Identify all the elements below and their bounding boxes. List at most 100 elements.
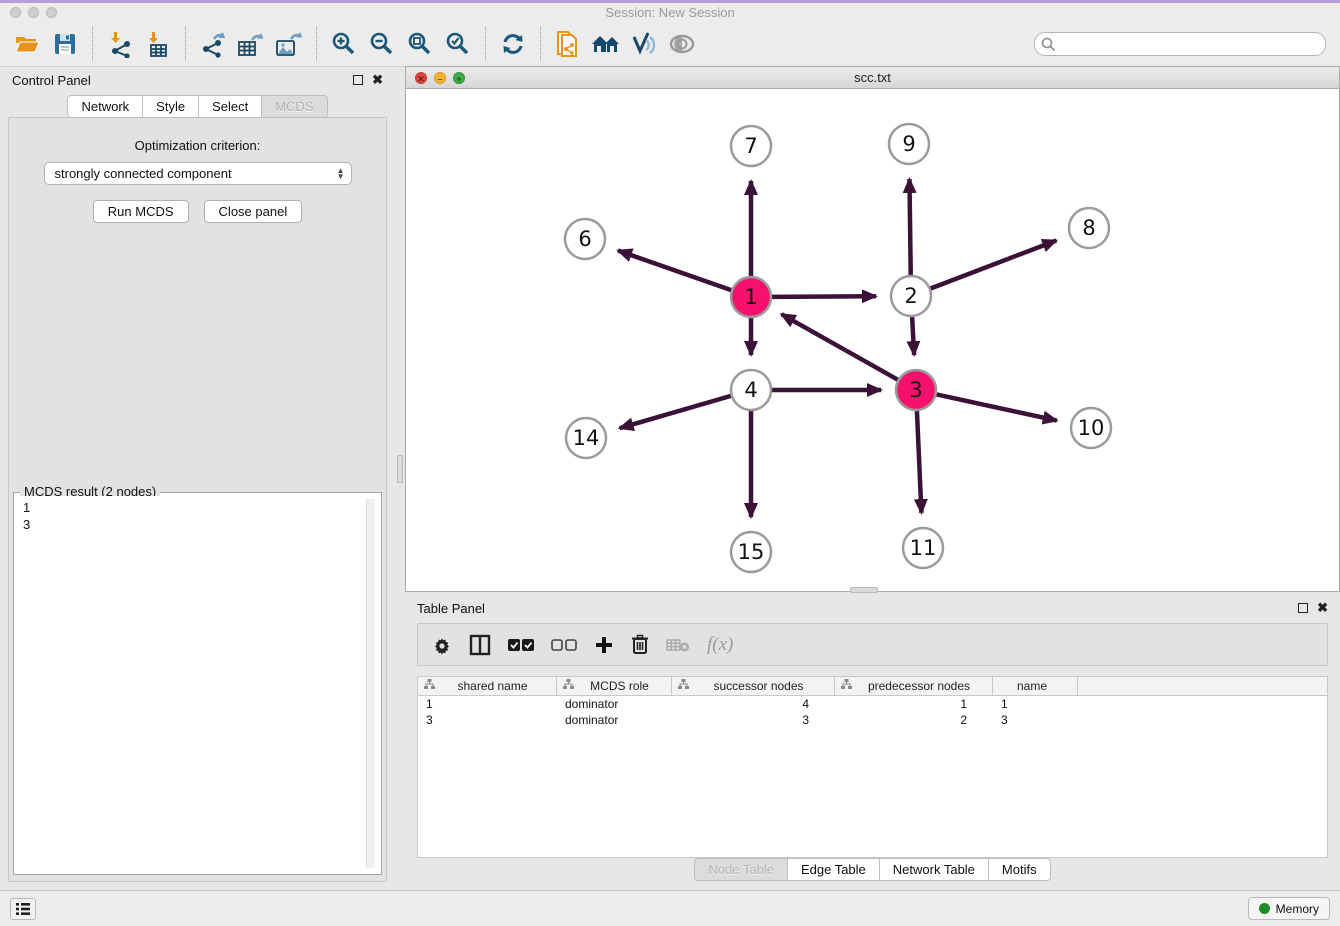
export-table-icon[interactable]	[232, 25, 270, 63]
clone-network-icon[interactable]	[549, 25, 587, 63]
graph-node-10[interactable]: 10	[1071, 408, 1111, 448]
graph-node-8[interactable]: 8	[1069, 208, 1109, 248]
zoom-fit-icon[interactable]	[401, 25, 439, 63]
node-table[interactable]: shared nameMCDS rolesuccessor nodesprede…	[417, 676, 1328, 858]
graph-node-15[interactable]: 15	[731, 532, 771, 572]
graph-node-9[interactable]: 9	[889, 124, 929, 164]
column-header-MCDS-role[interactable]: MCDS role	[557, 677, 672, 695]
import-network-icon[interactable]	[101, 25, 139, 63]
deselect-all-icon[interactable]	[551, 638, 577, 652]
tab-network[interactable]: Network	[67, 95, 143, 118]
close-panel-button[interactable]: Close panel	[204, 200, 303, 223]
result-scrollbar[interactable]	[366, 499, 375, 868]
tab-motifs[interactable]: Motifs	[988, 858, 1051, 881]
table-settings-gear-icon[interactable]	[432, 635, 452, 655]
graph-edge-3-10[interactable]	[937, 394, 1057, 420]
table-cell[interactable]: 3	[672, 713, 835, 727]
graph-node-label: 1	[744, 285, 757, 309]
graph-node-label: 8	[1082, 216, 1095, 240]
function-builder-icon[interactable]: f(x)	[707, 634, 733, 656]
column-layout-icon[interactable]	[469, 634, 491, 656]
mcds-result-textarea[interactable]: 1 3	[17, 496, 378, 871]
graph-edge-2-3[interactable]	[912, 317, 914, 355]
delete-table-icon[interactable]	[666, 637, 690, 653]
graph-edge-1-2[interactable]	[772, 296, 876, 297]
delete-column-icon[interactable]	[631, 634, 649, 655]
close-panel-icon[interactable]: ✖	[372, 75, 383, 85]
graph-node-3[interactable]: 3	[896, 370, 936, 410]
column-header-name[interactable]: name	[993, 677, 1078, 695]
graph-node-label: 10	[1078, 416, 1105, 440]
tab-network-table[interactable]: Network Table	[879, 858, 989, 881]
zoom-out-icon[interactable]	[363, 25, 401, 63]
graph-node-11[interactable]: 11	[903, 528, 943, 568]
table-row[interactable]: 3dominator323	[418, 712, 1327, 728]
graph-edge-3-1[interactable]	[781, 314, 897, 380]
search-input[interactable]	[1060, 37, 1319, 52]
export-network-icon[interactable]	[194, 25, 232, 63]
search-field[interactable]	[1034, 32, 1326, 56]
float-panel-icon[interactable]	[353, 75, 363, 85]
graph-node-7[interactable]: 7	[731, 126, 771, 166]
graph-node-6[interactable]: 6	[565, 219, 605, 259]
float-table-panel-icon[interactable]	[1298, 603, 1308, 613]
tab-node-table[interactable]: Node Table	[694, 858, 788, 881]
apply-layout-icon[interactable]	[494, 25, 532, 63]
table-cell[interactable]: 4	[672, 697, 835, 711]
toolbar-separator	[185, 27, 186, 61]
column-header-shared-name[interactable]: shared name	[418, 677, 557, 695]
graph-edge-4-14[interactable]	[620, 396, 731, 428]
task-history-button[interactable]	[10, 898, 36, 920]
home-icon[interactable]	[587, 25, 625, 63]
zoom-selected-icon[interactable]	[439, 25, 477, 63]
tab-edge-table[interactable]: Edge Table	[787, 858, 880, 881]
graph-edge-1-6[interactable]	[618, 251, 731, 291]
close-table-panel-icon[interactable]: ✖	[1317, 603, 1328, 613]
show-graphics-details-icon[interactable]	[663, 25, 701, 63]
criterion-select[interactable]: strongly connected component ▲▼	[44, 162, 352, 185]
export-image-icon[interactable]	[270, 25, 308, 63]
control-panel-tabs: NetworkStyleSelectMCDS	[0, 95, 395, 118]
open-file-icon[interactable]	[8, 25, 46, 63]
hierarchy-icon	[678, 679, 689, 693]
table-cell[interactable]: 1	[835, 697, 993, 711]
list-icon	[15, 902, 31, 916]
graph-node-4[interactable]: 4	[731, 370, 771, 410]
graph-node-label: 14	[573, 426, 600, 450]
table-cell[interactable]: 1	[418, 697, 557, 711]
graph-node-14[interactable]: 14	[566, 418, 606, 458]
table-toolbar: f(x)	[417, 623, 1328, 666]
table-cell[interactable]: 1	[993, 697, 1078, 711]
tab-style[interactable]: Style	[142, 95, 199, 118]
table-cell[interactable]: 2	[835, 713, 993, 727]
panel-splitter-handle[interactable]	[397, 455, 403, 483]
zoom-in-icon[interactable]	[325, 25, 363, 63]
column-header-predecessor-nodes[interactable]: predecessor nodes	[835, 677, 993, 695]
column-header-successor-nodes[interactable]: successor nodes	[672, 677, 835, 695]
network-window-titlebar[interactable]: ✕ – + scc.txt	[406, 67, 1339, 89]
run-mcds-button[interactable]: Run MCDS	[93, 200, 189, 223]
graph-node-2[interactable]: 2	[891, 276, 931, 316]
graph-edge-3-11[interactable]	[917, 411, 922, 513]
graph-edge-2-8[interactable]	[931, 240, 1057, 288]
graph-edge-2-9[interactable]	[909, 179, 910, 275]
save-session-icon[interactable]	[46, 25, 84, 63]
table-cell[interactable]: 3	[418, 713, 557, 727]
tab-mcds[interactable]: MCDS	[261, 95, 327, 118]
graph-node-1[interactable]: 1	[731, 277, 771, 317]
network-canvas[interactable]: 7 9 6 8 1 2 4 3 14 10 15 11	[406, 89, 1339, 591]
table-splitter-handle[interactable]	[850, 587, 878, 593]
table-cell[interactable]: dominator	[557, 697, 672, 711]
tab-select[interactable]: Select	[198, 95, 262, 118]
import-table-icon[interactable]	[139, 25, 177, 63]
status-bar: Memory	[0, 890, 1340, 926]
table-cell[interactable]: 3	[993, 713, 1078, 727]
select-all-icon[interactable]	[508, 638, 534, 652]
table-cell[interactable]: dominator	[557, 713, 672, 727]
hide-panels-icon[interactable]	[625, 25, 663, 63]
control-panel: Control Panel ✖ NetworkStyleSelectMCDS O…	[0, 67, 395, 890]
table-row[interactable]: 1dominator411	[418, 696, 1327, 712]
graph-node-label: 3	[909, 378, 922, 402]
memory-button[interactable]: Memory	[1248, 897, 1330, 920]
add-column-icon[interactable]	[594, 635, 614, 655]
